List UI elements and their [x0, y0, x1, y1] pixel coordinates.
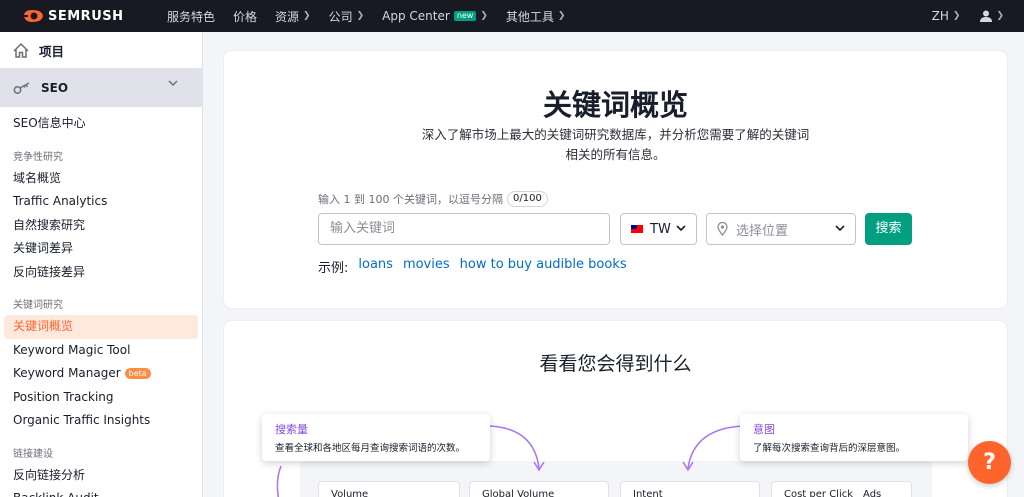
location-pin-icon [717, 222, 728, 236]
sidebar-item-organic-traffic-insights[interactable]: Organic Traffic Insights [0, 409, 202, 433]
curved-arrow-icon [276, 465, 282, 497]
tooltip-search-volume: 搜索量 查看全球和各地区每月查询搜索词语的次数。 [262, 414, 490, 461]
page-title: 关键词概览 [542, 88, 688, 122]
sidebar-item-keyword-manager[interactable]: Keyword Manager beta [0, 362, 202, 386]
sidebar: 项目 SEO SEO信息中心 竞争性研究 域名概览 Traffic Analyt… [0, 32, 203, 497]
location-select[interactable]: 选择位置 [706, 213, 856, 245]
preview-cpc-box: Cost per Click Ads [771, 481, 912, 497]
chevron-down-icon: ❯ [952, 11, 961, 21]
sidebar-item-backlink-analytics[interactable]: 反向链接分析 [0, 464, 202, 488]
home-icon [13, 42, 29, 58]
key-icon [13, 81, 30, 94]
sidebar-item-keyword-gap[interactable]: 关键词差异 [0, 237, 202, 261]
semrush-fire-icon [22, 10, 43, 22]
top-navigation: SEMRUSH 服务特色 价格 资源 ❯ 公司 ❯ App Center new ❯ 其… [0, 0, 1024, 32]
sidebar-group-title: 竞争性研究 [13, 151, 63, 163]
chevron-down-icon: ❯ [996, 11, 1004, 21]
keyword-input[interactable]: 输入关键词 [318, 213, 610, 245]
beta-badge: beta [124, 368, 151, 379]
preview-card: 看看您会得到什么 Volume Global Volume Intent Cos… [224, 321, 1007, 497]
sidebar-item-position-tracking[interactable]: Position Tracking [0, 386, 202, 410]
user-icon [980, 10, 993, 22]
nav-pricing[interactable]: 价格 [233, 8, 257, 25]
user-menu[interactable]: ❯ [980, 10, 1004, 22]
sidebar-item-keyword-overview[interactable]: 关键词概览 [4, 315, 198, 339]
nav-resources[interactable]: 资源 ❯ [275, 8, 311, 25]
database-select[interactable]: TW [620, 213, 697, 245]
sidebar-item-organic-research[interactable]: 自然搜索研究 [0, 214, 202, 238]
preview-global-volume-box: Global Volume [469, 481, 609, 497]
main-menu: 服务特色 价格 资源 ❯ 公司 ❯ App Center new ❯ 其他工具 ❯ [167, 8, 583, 25]
taiwan-flag-icon [631, 225, 643, 233]
examples-label: 示例: [318, 261, 349, 276]
example-link-loans[interactable]: loans [358, 257, 393, 276]
help-button[interactable]: ? [968, 441, 1011, 484]
sidebar-group-title: 关键词研究 [13, 300, 63, 311]
example-link-movies[interactable]: movies [403, 257, 450, 276]
page-subtitle: 深入了解市场上最大的关键词研究数据库，并分析您需要了解的关键词 相关的所有信息。 [421, 127, 810, 162]
example-link-audible[interactable]: how to buy audible books [460, 257, 627, 276]
chevron-down-icon [676, 225, 686, 232]
sidebar-section-seo[interactable]: SEO [0, 68, 202, 107]
chevron-down-icon [168, 80, 178, 87]
sidebar-item-backlink-audit[interactable]: Backlink Audit [0, 487, 202, 497]
preview-title: 看看您会得到什么 [539, 353, 692, 375]
chevron-down-icon: ❯ [557, 11, 566, 21]
top-right-controls: ZH ❯ ❯ [932, 0, 1004, 32]
sidebar-item-domain-overview[interactable]: 域名概览 [0, 167, 202, 191]
chevron-down-icon [835, 225, 845, 232]
nav-more-tools[interactable]: 其他工具 ❯ [506, 8, 566, 25]
keyword-overview-card: 关键词概览 深入了解市场上最大的关键词研究数据库，并分析您需要了解的关键词 相关… [224, 51, 1007, 308]
chevron-down-icon: ❯ [480, 11, 488, 21]
chevron-down-icon: ❯ [303, 11, 311, 21]
nav-features[interactable]: 服务特色 [167, 8, 215, 25]
new-badge: new [453, 11, 477, 21]
chevron-down-icon: ❯ [356, 11, 365, 21]
preview-intent-box: Intent [620, 481, 760, 497]
sidebar-item-traffic-analytics[interactable]: Traffic Analytics [0, 190, 202, 214]
sidebar-item-projects[interactable]: 项目 [0, 32, 202, 68]
sidebar-item-seo-hub[interactable]: SEO信息中心 [0, 112, 202, 136]
sidebar-item-keyword-magic-tool[interactable]: Keyword Magic Tool [0, 339, 202, 363]
keyword-input-label: 输入 1 到 100 个关键词，以逗号分隔 0/100 [318, 191, 548, 207]
search-button[interactable]: 搜索 [865, 213, 912, 245]
nav-company[interactable]: 公司 ❯ [329, 8, 365, 25]
keyword-counter: 0/100 [506, 191, 548, 207]
preview-volume-box: Volume [318, 481, 460, 497]
sidebar-item-backlink-gap[interactable]: 反向链接差异 [0, 261, 202, 285]
brand-name: SEMRUSH [48, 8, 124, 24]
nav-app-center[interactable]: App Center new ❯ [382, 9, 488, 23]
examples-row: 示例: loans movies how to buy audible book… [318, 257, 627, 276]
tooltip-intent: 意图 了解每次搜索查询背后的深层意图。 [740, 414, 968, 461]
semrush-logo[interactable]: SEMRUSH [22, 9, 142, 24]
sidebar-group-title: 链接建设 [13, 448, 53, 460]
language-switcher[interactable]: ZH ❯ [932, 9, 961, 23]
